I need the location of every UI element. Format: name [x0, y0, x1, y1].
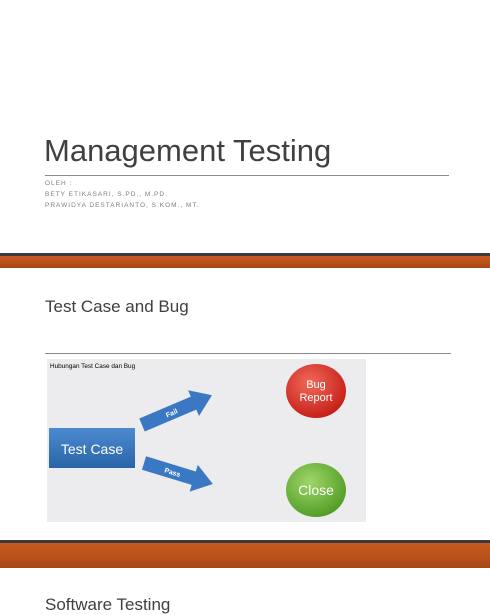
subtitle-line-1: OLEH : [45, 180, 73, 187]
subtitle-line-2: BETY ETIKASARI, S.PD., M.PD. [45, 191, 168, 198]
pass-arrow: Pass [141, 456, 213, 492]
title-divider [45, 353, 451, 354]
slide-3-title: Software Testing [45, 595, 171, 614]
footer-band-orange [0, 543, 490, 568]
fail-arrow: Fail [139, 390, 212, 432]
slide-1-title: Management Testing [44, 133, 332, 168]
diagram-caption: Hubungan Test Case dan Bug [50, 363, 136, 370]
subtitle-line-3: PRAWIDYA DESTARIANTO, S.KOM., MT. [45, 202, 200, 209]
bug-report-label-line-2: Report [299, 392, 332, 404]
test-case-label: Test Case [61, 441, 123, 457]
slide-title: Management Testing OLEH : BETY ETIKASARI… [0, 0, 490, 268]
diagram-canvas: Test Case Fail Pass Bug Report Close [49, 364, 346, 517]
test-case-bug-diagram: Test Case Fail Pass Bug Report Close [47, 359, 366, 522]
slide-test-case-bug: Test Case and Bug Hubungan Test Case dan… [0, 281, 490, 568]
close-label: Close [298, 482, 334, 498]
title-divider [45, 175, 449, 176]
footer-band-orange [0, 256, 490, 268]
bug-report-circle [286, 364, 346, 418]
bug-report-label-line-1: Bug [306, 379, 326, 391]
slide-2-title: Test Case and Bug [45, 297, 189, 316]
slide-software-testing: Software Testing [0, 581, 490, 615]
